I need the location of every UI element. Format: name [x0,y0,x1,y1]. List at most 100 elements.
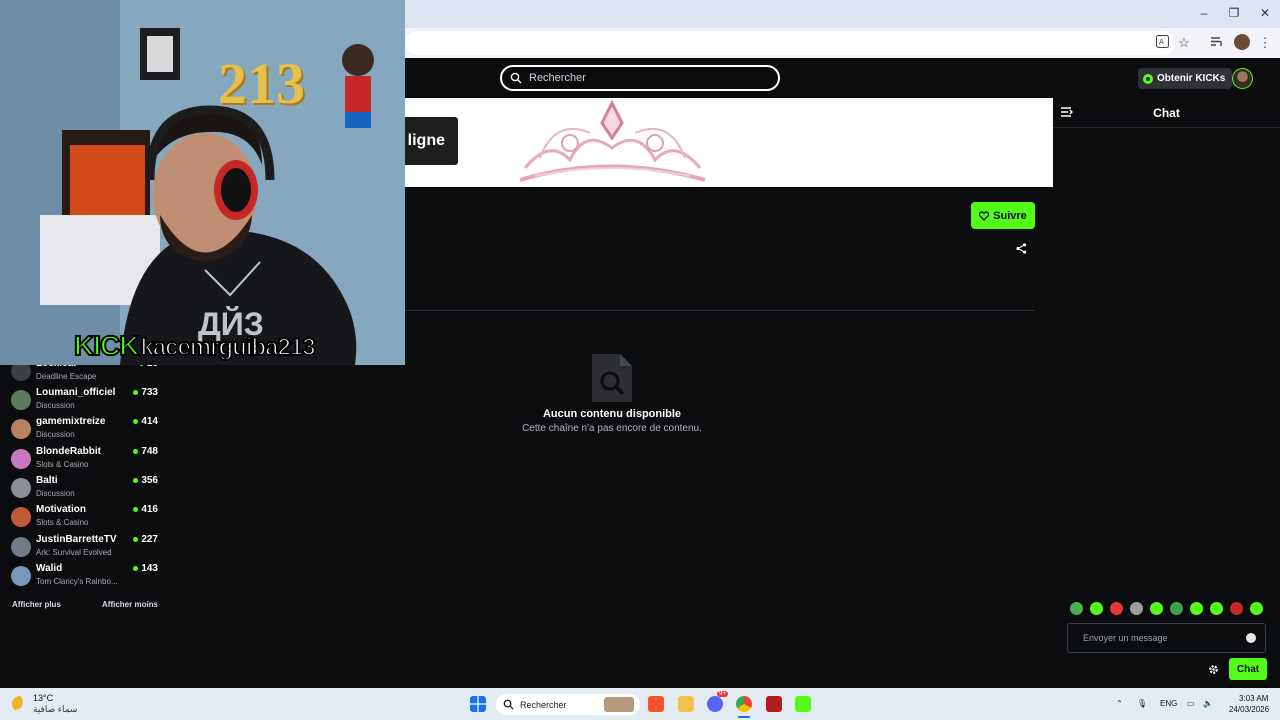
translate-icon[interactable]: A [1154,35,1170,52]
channel-name: Loumani_officiel [36,387,116,398]
channel-name: JustinBarretteTV [36,534,117,545]
live-dot [133,390,139,395]
emote-icon[interactable] [1110,602,1123,615]
adobe-acrobat-icon[interactable] [766,696,782,712]
emote-icon[interactable] [1230,602,1243,615]
kick-app-icon[interactable] [795,696,811,712]
channel-name: Walid [36,563,63,574]
chat-message-box [1067,623,1266,653]
viewer-count-value: 733 [141,387,158,398]
windows-start-icon[interactable] [470,696,486,712]
channel-avatar [11,449,31,469]
file-explorer-icon[interactable] [678,696,694,712]
network-icon[interactable]: ▭ [1187,699,1195,708]
weather-moon-icon [12,696,28,712]
sidebar-channel[interactable]: Walid Tom Clancy's Rainbo... 143 [11,563,163,591]
document-search-icon [592,354,632,402]
browser-menu-icon[interactable]: ⋮ [1257,35,1273,51]
discord-icon[interactable] [707,696,723,712]
emote-icon[interactable] [1170,602,1183,615]
show-less-link[interactable]: Afficher moins [102,600,158,609]
share-icon[interactable] [1016,243,1027,254]
search-input[interactable] [527,71,767,85]
viewer-count: 416 [133,504,158,515]
viewer-count-value: 143 [141,563,158,574]
close-button[interactable]: ✕ [1257,6,1273,20]
get-kicks-label: Obtenir KICKs [1157,73,1226,84]
taskbar-search-box[interactable]: Rechercher [496,694,640,715]
emote-icon[interactable] [1070,602,1083,615]
viewer-count: 356 [133,475,158,486]
viewer-count: 414 [133,416,158,427]
chat-message-input[interactable] [1081,632,1241,644]
viewer-count-value: 416 [141,504,158,515]
live-dot [133,449,139,454]
emote-icon[interactable] [1190,602,1203,615]
maximize-button[interactable]: ❐ [1226,6,1242,20]
channel-avatar [11,390,31,410]
channel-avatar [11,478,31,498]
weather-temperature[interactable]: 13°C [33,693,53,703]
viewer-count-value: 356 [141,475,158,486]
user-avatar[interactable] [1232,68,1253,89]
sidebar-channel[interactable]: gamemixtreize Discussion 414 [11,416,163,444]
viewer-count-value: 227 [141,534,158,545]
sidebar-channel[interactable]: Loumani_officiel Discussion 733 [11,387,163,415]
chat-title: Chat [1153,106,1180,120]
channel-category: Slots & Casino [36,518,89,527]
show-more-link[interactable]: Afficher plus [12,600,61,609]
chrome-icon[interactable] [736,696,752,712]
emote-icon[interactable] [1250,602,1263,615]
channel-category: Discussion [36,489,75,498]
brave-browser-icon[interactable] [648,696,664,712]
minimize-button[interactable]: – [1196,6,1212,20]
channel-name: Balti [36,475,58,486]
channel-banner: ligne [405,98,1053,187]
sidebar-channel[interactable]: Motivation Slots & Casino 416 [11,504,163,532]
taskbar-search-label: Rechercher [520,699,567,710]
empty-state-subtitle: Cette chaîne n'a pas encore de contenu. [522,423,702,434]
follow-label: Suivre [993,209,1027,222]
search-bar[interactable] [500,65,780,91]
browser-profile-avatar[interactable] [1234,34,1250,50]
chat-header: Chat [1053,98,1280,128]
bookmark-star-icon[interactable]: ☆ [1176,35,1192,51]
clock-date[interactable]: 24/03/2026 [1229,705,1269,714]
input-language[interactable]: ENG [1160,699,1177,708]
tray-overflow-chevron-icon[interactable]: ⌃ [1116,699,1123,708]
content-divider [405,310,1035,311]
follow-button[interactable]: Suivre [971,202,1035,229]
emote-icon[interactable] [1130,602,1143,615]
volume-icon[interactable]: 🔈 [1203,699,1213,708]
emote-icon[interactable] [1150,602,1163,615]
emote-icon[interactable] [1210,602,1223,615]
sidebar-channel[interactable]: Balti Discussion 356 [11,475,163,503]
wall-number-decoration: 213 [218,51,305,116]
channel-category: Tom Clancy's Rainbo... [36,577,118,586]
channel-name: Motivation [36,504,86,515]
clock-time[interactable]: 3:03 AM [1239,694,1268,703]
viewer-count: 733 [133,387,158,398]
chat-settings-gear-icon[interactable] [1208,664,1219,675]
sidebar-channel[interactable]: JustinBarretteTV Ark: Survival Evolved 2… [11,534,163,562]
weather-description: سماء صافية [33,704,78,714]
emote-bar [1068,602,1268,618]
offline-badge: ligne [405,117,458,165]
emote-icon[interactable] [1090,602,1103,615]
channel-avatar [11,419,31,439]
reading-list-icon[interactable] [1209,35,1225,51]
channel-avatar [11,507,31,527]
get-kicks-button[interactable]: Obtenir KICKs [1138,68,1233,89]
webcam-overlay: ДЙЗ 213 KICK kacemrguiba213 [0,0,405,365]
viewer-count-value: 414 [141,416,158,427]
search-icon [503,699,514,710]
discord-notification-badge: 9+ [717,691,728,697]
chat-send-button[interactable]: Chat [1229,658,1267,680]
streamer-handle-text: kacemrguiba213 [139,333,316,362]
active-app-indicator [738,716,750,718]
address-bar[interactable] [405,31,1175,55]
sidebar-channel[interactable]: BlondeRabbit Slots & Casino 748 [11,446,163,474]
microphone-icon[interactable]: 🎙 [1137,699,1147,708]
emoji-picker-icon[interactable] [1246,633,1256,643]
webcam-scene: ДЙЗ [0,0,405,365]
